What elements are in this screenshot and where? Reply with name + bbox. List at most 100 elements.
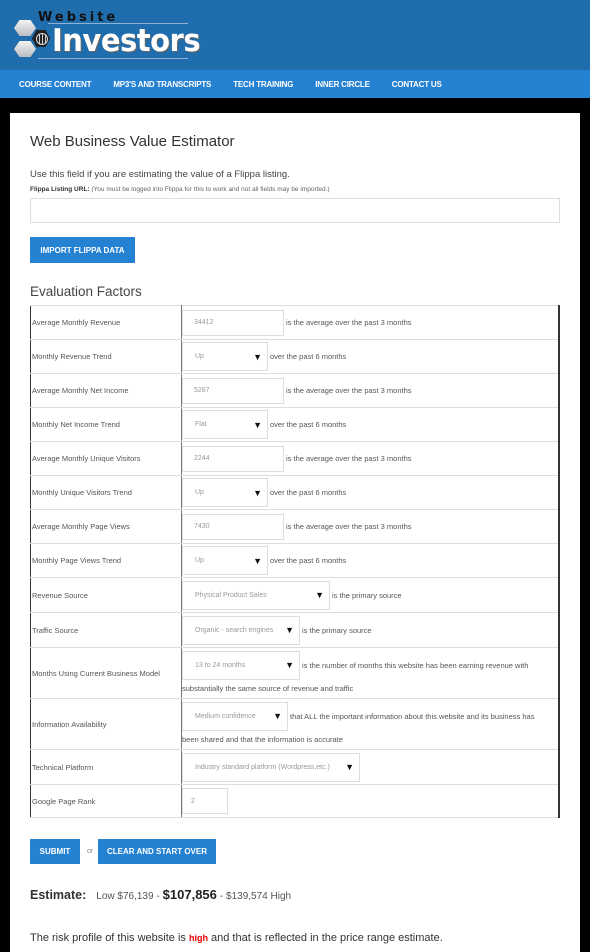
nav-contact-us[interactable]: CONTACT US (392, 80, 442, 89)
table-row: Technical Platform Industry standard pla… (30, 749, 560, 785)
factor-label: Average Monthly Page Views (30, 509, 182, 544)
dropdown-arrow-icon: ▼ (253, 419, 262, 430)
flippa-hint: Use this field if you are estimating the… (30, 169, 290, 180)
risk-profile: The risk profile of this website is high… (30, 932, 443, 944)
traffic-source-select[interactable]: Organic - search engines ▼ (182, 615, 300, 645)
factor-suffix: is the average over the past 3 months (286, 318, 412, 327)
nav-course-content[interactable]: COURSE CONTENT (19, 80, 92, 89)
logo-text-main: Investors (52, 22, 201, 59)
factor-suffix: over the past 6 months (270, 488, 347, 497)
revenue-source-select[interactable]: Physical Product Sales ▼ (182, 580, 330, 610)
factor-label: Information Availability (30, 698, 182, 750)
factor-label: Average Monthly Revenue (30, 305, 182, 340)
table-row: Monthly Net Income Trend Flat ▼ over the … (30, 407, 560, 442)
table-row: Average Monthly Net Income 5287 is the a… (30, 373, 560, 408)
factor-suffix-continued: substantially the same source of revenue… (182, 683, 354, 693)
revenue-trend-select[interactable]: Up ▼ (182, 342, 268, 371)
nav-mp3s-transcripts[interactable]: MP3'S AND TRANSCRIPTS (113, 80, 211, 89)
select-value: Industry standard platform (Wordpress,et… (195, 763, 330, 771)
section-title: Evaluation Factors (30, 284, 142, 299)
site-logo[interactable]: Website Investors (12, 8, 201, 62)
select-value: Up (195, 489, 204, 496)
factor-label: Monthly Unique Visitors Trend (30, 475, 182, 510)
or-separator: or (87, 848, 94, 855)
factor-suffix: over the past 6 months (270, 420, 347, 429)
estimate-low: Low $76,139 - (96, 891, 160, 902)
dropdown-arrow-icon: ▼ (345, 762, 354, 772)
select-value: Medium confidence (195, 712, 256, 720)
table-row: Google Page Rank 2 (30, 784, 560, 818)
avg-monthly-net-income-input[interactable]: 5287 (182, 377, 284, 404)
table-row: Monthly Page Views Trend Up ▼ over the pa… (30, 543, 560, 578)
factor-label: Average Monthly Net Income (30, 373, 182, 408)
dropdown-arrow-icon: ▼ (273, 711, 282, 721)
information-availability-select[interactable]: Medium confidence ▼ (182, 701, 288, 731)
factor-label: Google Page Rank (30, 784, 182, 818)
net-income-trend-select[interactable]: Flat ▼ (182, 410, 268, 439)
flippa-url-note: (You must be logged into Flippa for this… (91, 186, 330, 193)
technical-platform-select[interactable]: Industry standard platform (Wordpress,et… (182, 752, 360, 782)
avg-unique-visitors-input[interactable]: 2244 (182, 445, 284, 472)
table-row: Monthly Unique Visitors Trend Up ▼ over t… (30, 475, 560, 510)
logo-hexagon-icon (14, 20, 36, 36)
google-page-rank-input[interactable]: 2 (182, 788, 228, 814)
risk-prefix: The risk profile of this website is (30, 932, 186, 944)
dropdown-arrow-icon: ▼ (285, 625, 294, 635)
factor-label: Months Using Current Business Model (30, 647, 182, 699)
factor-label: Traffic Source (30, 612, 182, 648)
select-value: Up (195, 557, 204, 564)
globe-icon (32, 30, 50, 47)
factor-label: Revenue Source (30, 577, 182, 613)
nav-tech-training[interactable]: TECH TRAINING (233, 80, 293, 89)
content-panel: Web Business Value Estimator Use this fi… (10, 113, 580, 952)
risk-suffix: and that is reflected in the price range… (211, 932, 443, 944)
factor-suffix: is the primary source (332, 590, 402, 600)
select-value: Flat (195, 421, 207, 428)
table-row: Monthly Revenue Trend Up ▼ over the past … (30, 339, 560, 374)
import-flippa-button[interactable]: IMPORT FLIPPA DATA (30, 237, 135, 263)
page-title: Web Business Value Estimator (30, 133, 235, 150)
nav-inner-circle[interactable]: INNER CIRCLE (315, 80, 370, 89)
factor-label: Monthly Revenue Trend (30, 339, 182, 374)
factor-label: Monthly Net Income Trend (30, 407, 182, 442)
factor-label: Technical Platform (30, 749, 182, 785)
main-nav: COURSE CONTENT MP3'S AND TRANSCRIPTS TEC… (0, 70, 590, 98)
select-value: Physical Product Sales (195, 591, 267, 599)
months-business-model-select[interactable]: 13 to 24 months ▼ (182, 650, 300, 680)
table-row: Months Using Current Business Model 13 t… (30, 647, 560, 699)
factor-suffix: is the primary source (302, 625, 372, 635)
estimate-mid: $107,856 (162, 887, 217, 902)
factor-label: Monthly Page Views Trend (30, 543, 182, 578)
clear-start-over-button[interactable]: CLEAR AND START OVER (98, 839, 216, 864)
dropdown-arrow-icon: ▼ (253, 555, 262, 566)
factor-label: Average Monthly Unique Visitors (30, 441, 182, 476)
factor-suffix: is the average over the past 3 months (286, 386, 412, 395)
table-row: Average Monthly Page Views 7430 is the a… (30, 509, 560, 544)
dropdown-arrow-icon: ▼ (253, 487, 262, 498)
flippa-url-label: Flippa Listing URL: (You must be logged … (30, 186, 330, 193)
evaluation-factors-table: Average Monthly Revenue 34412 is the ave… (30, 305, 560, 818)
site-header: Website Investors (0, 0, 590, 70)
table-row: Average Monthly Unique Visitors 2244 is … (30, 441, 560, 476)
dropdown-arrow-icon: ▼ (285, 660, 294, 670)
flippa-url-input[interactable] (30, 198, 560, 223)
factor-suffix: is the average over the past 3 months (286, 454, 412, 463)
factor-suffix: is the average over the past 3 months (286, 522, 412, 531)
avg-page-views-input[interactable]: 7430 (182, 513, 284, 540)
flippa-url-label-text: Flippa Listing URL: (30, 186, 90, 193)
factor-suffix: over the past 6 months (270, 556, 347, 565)
dropdown-arrow-icon: ▼ (253, 351, 262, 362)
estimate-label: Estimate: (30, 888, 87, 902)
avg-monthly-revenue-input[interactable]: 34412 (182, 309, 284, 336)
unique-visitors-trend-select[interactable]: Up ▼ (182, 478, 268, 507)
select-value: Organic - search engines (195, 626, 274, 634)
page-views-trend-select[interactable]: Up ▼ (182, 546, 268, 575)
estimate-high: - $139,574 High (219, 891, 292, 902)
select-value: 13 to 24 months (195, 661, 246, 669)
dropdown-arrow-icon: ▼ (315, 590, 324, 600)
factor-suffix: that ALL the important information about… (290, 711, 535, 721)
risk-level: high (188, 933, 208, 943)
table-row: Revenue Source Physical Product Sales ▼ i… (30, 577, 560, 613)
factor-suffix-continued: been shared and that the information is … (182, 734, 343, 744)
submit-button[interactable]: SUBMIT (30, 839, 80, 864)
